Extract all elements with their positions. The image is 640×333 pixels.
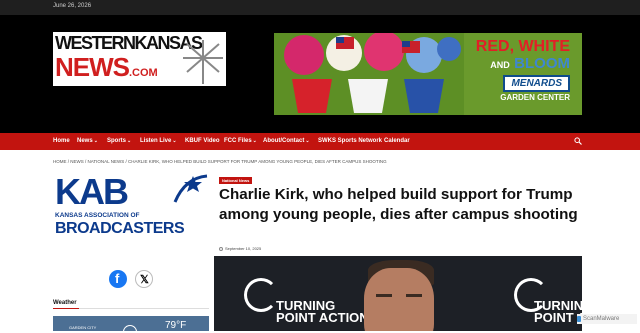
- weather-divider: [53, 308, 209, 309]
- main-navigation: Home News⌄ Sports⌄ Listen Live⌄ KBUF Vid…: [0, 133, 640, 150]
- facebook-icon: f: [115, 271, 120, 286]
- weather-temperature: 79°F: [165, 320, 187, 331]
- menards-logo: MENARDS: [503, 75, 570, 92]
- facebook-button[interactable]: f: [109, 270, 127, 288]
- weather-heading: Weather: [53, 300, 77, 306]
- nav-fcc-files[interactable]: FCC Files⌄: [224, 138, 257, 144]
- nav-calendar[interactable]: Calendar: [384, 138, 410, 144]
- weather-divider-accent: [53, 308, 79, 309]
- article-headline: Charlie Kirk, who helped build support f…: [219, 186, 578, 223]
- search-icon[interactable]: [574, 137, 582, 145]
- nav-swks-sports-network[interactable]: SWKS Sports Network: [318, 138, 382, 144]
- kab-letters: KAB: [55, 171, 129, 212]
- logo-arc-left: [244, 278, 278, 312]
- nav-kbuf-video[interactable]: KBUF Video: [185, 138, 220, 144]
- x-icon: 𝕏: [140, 274, 149, 286]
- logo-line-2: NEWS.COM: [55, 52, 158, 82]
- person-right-brow: [406, 294, 422, 297]
- weather-city: GARDEN CITY: [69, 325, 97, 330]
- star-swoosh-icon: [173, 174, 208, 203]
- person-left-brow: [376, 294, 392, 297]
- nav-news[interactable]: News⌄: [77, 138, 98, 144]
- cloud-icon: [123, 325, 137, 333]
- nav-about-contact[interactable]: About/Contact⌄: [263, 138, 310, 144]
- scanmalware-watermark: ScanMalware: [577, 314, 637, 324]
- logo-suffix: .COM: [129, 67, 158, 79]
- kab-subtitle: KANSAS ASSOCIATION OF: [55, 212, 209, 219]
- breadcrumb[interactable]: HOME / NEWS / NATIONAL NEWS / CHARLIE KI…: [53, 159, 387, 164]
- weather-widget[interactable]: GARDEN CITY 79°F: [53, 316, 209, 333]
- ad-red-white: RED, WHITE: [475, 38, 570, 55]
- x-button[interactable]: 𝕏: [135, 270, 153, 288]
- kab-logo[interactable]: KAB KANSAS ASSOCIATION OF BROADCASTERS: [53, 172, 209, 244]
- nav-home[interactable]: Home: [53, 138, 70, 144]
- person-face: [364, 268, 434, 331]
- site-logo[interactable]: WESTERNKANSAS NEWS.COM: [53, 32, 226, 86]
- nav-sports[interactable]: Sports⌄: [107, 138, 131, 144]
- windmill-icon: [183, 40, 223, 84]
- chevron-down-icon: ⌄: [172, 138, 177, 144]
- ad-bloom: BLOOM: [514, 55, 570, 72]
- publish-date: September 10, 2025: [219, 246, 261, 251]
- photo-backdrop-text-right: TURNING POINT ACTION: [534, 298, 582, 325]
- category-badge[interactable]: National News: [219, 177, 253, 184]
- logo-line-1: WESTERNKANSAS: [55, 33, 203, 53]
- photo-backdrop-text-left: TURNING POINT ACTION: [276, 298, 369, 325]
- kab-broadcasters: BROADCASTERS: [55, 220, 185, 237]
- top-bar: June 26, 2026: [0, 0, 640, 15]
- chevron-down-icon: ⌄: [305, 138, 310, 144]
- ad-and: AND: [490, 60, 510, 70]
- nav-listen-live[interactable]: Listen Live⌄: [140, 138, 177, 144]
- menards-ad-banner[interactable]: RED, WHITE AND BLOOM MENARDS GARDEN CENT…: [274, 33, 582, 115]
- chevron-down-icon: ⌄: [93, 138, 98, 144]
- article-featured-image[interactable]: TURNING POINT ACTION TURNING POINT ACTIO…: [214, 256, 582, 331]
- scanmalware-icon: [577, 316, 581, 322]
- ad-slogan: RED, WHITE AND BLOOM MENARDS GARDEN CENT…: [476, 39, 570, 102]
- chevron-down-icon: ⌄: [127, 138, 132, 144]
- ad-garden-center: GARDEN CENTER: [500, 93, 570, 102]
- flower-pots-illustration: [274, 33, 464, 115]
- clock-icon: [219, 247, 223, 251]
- current-date: June 26, 2026: [53, 3, 92, 9]
- chevron-down-icon: ⌄: [252, 138, 257, 144]
